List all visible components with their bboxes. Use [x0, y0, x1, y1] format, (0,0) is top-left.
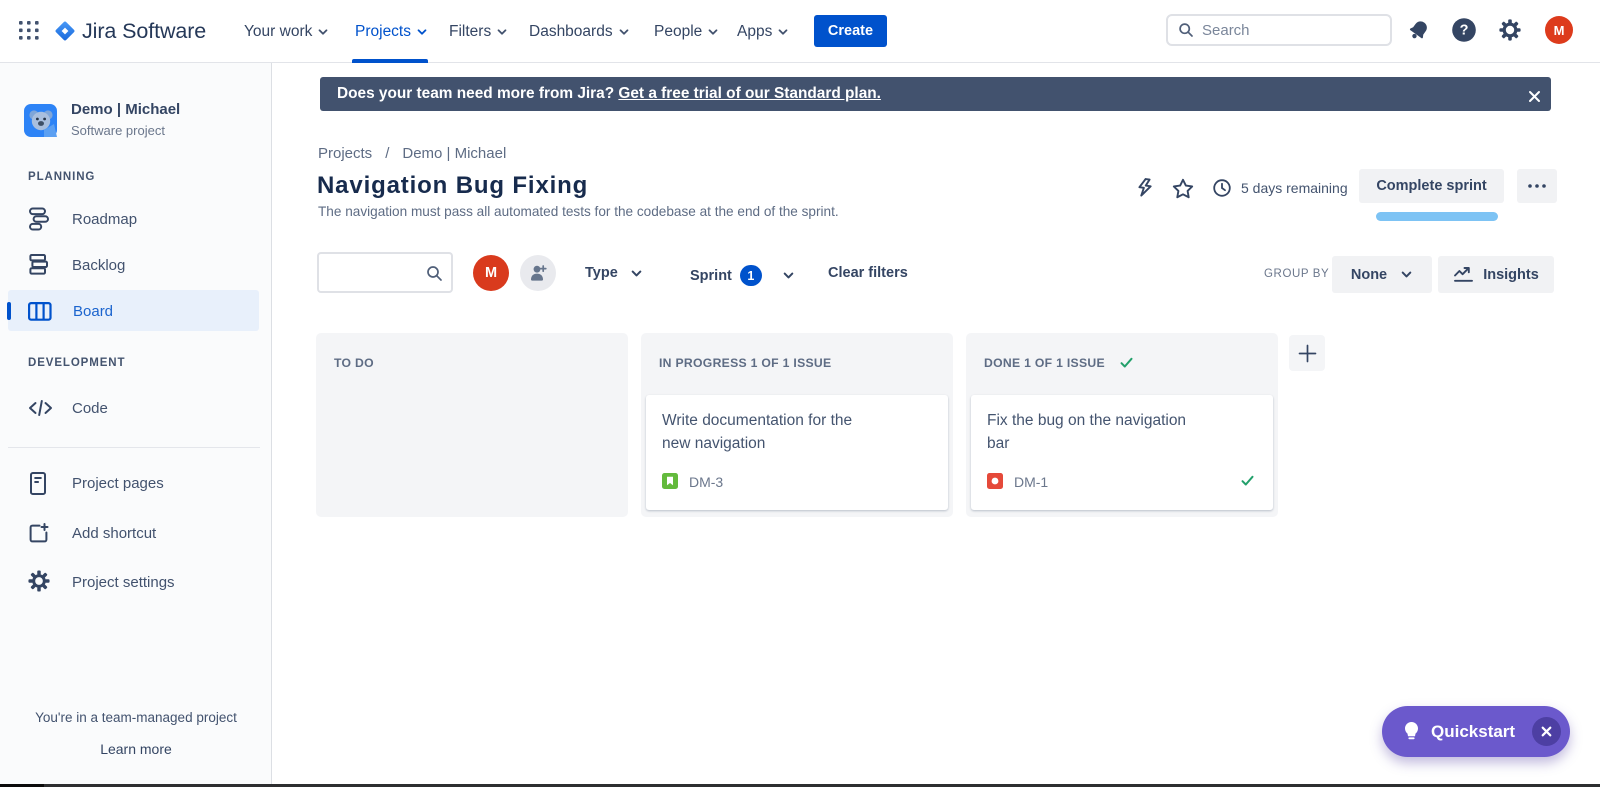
svg-text:?: ? [1460, 23, 1469, 39]
